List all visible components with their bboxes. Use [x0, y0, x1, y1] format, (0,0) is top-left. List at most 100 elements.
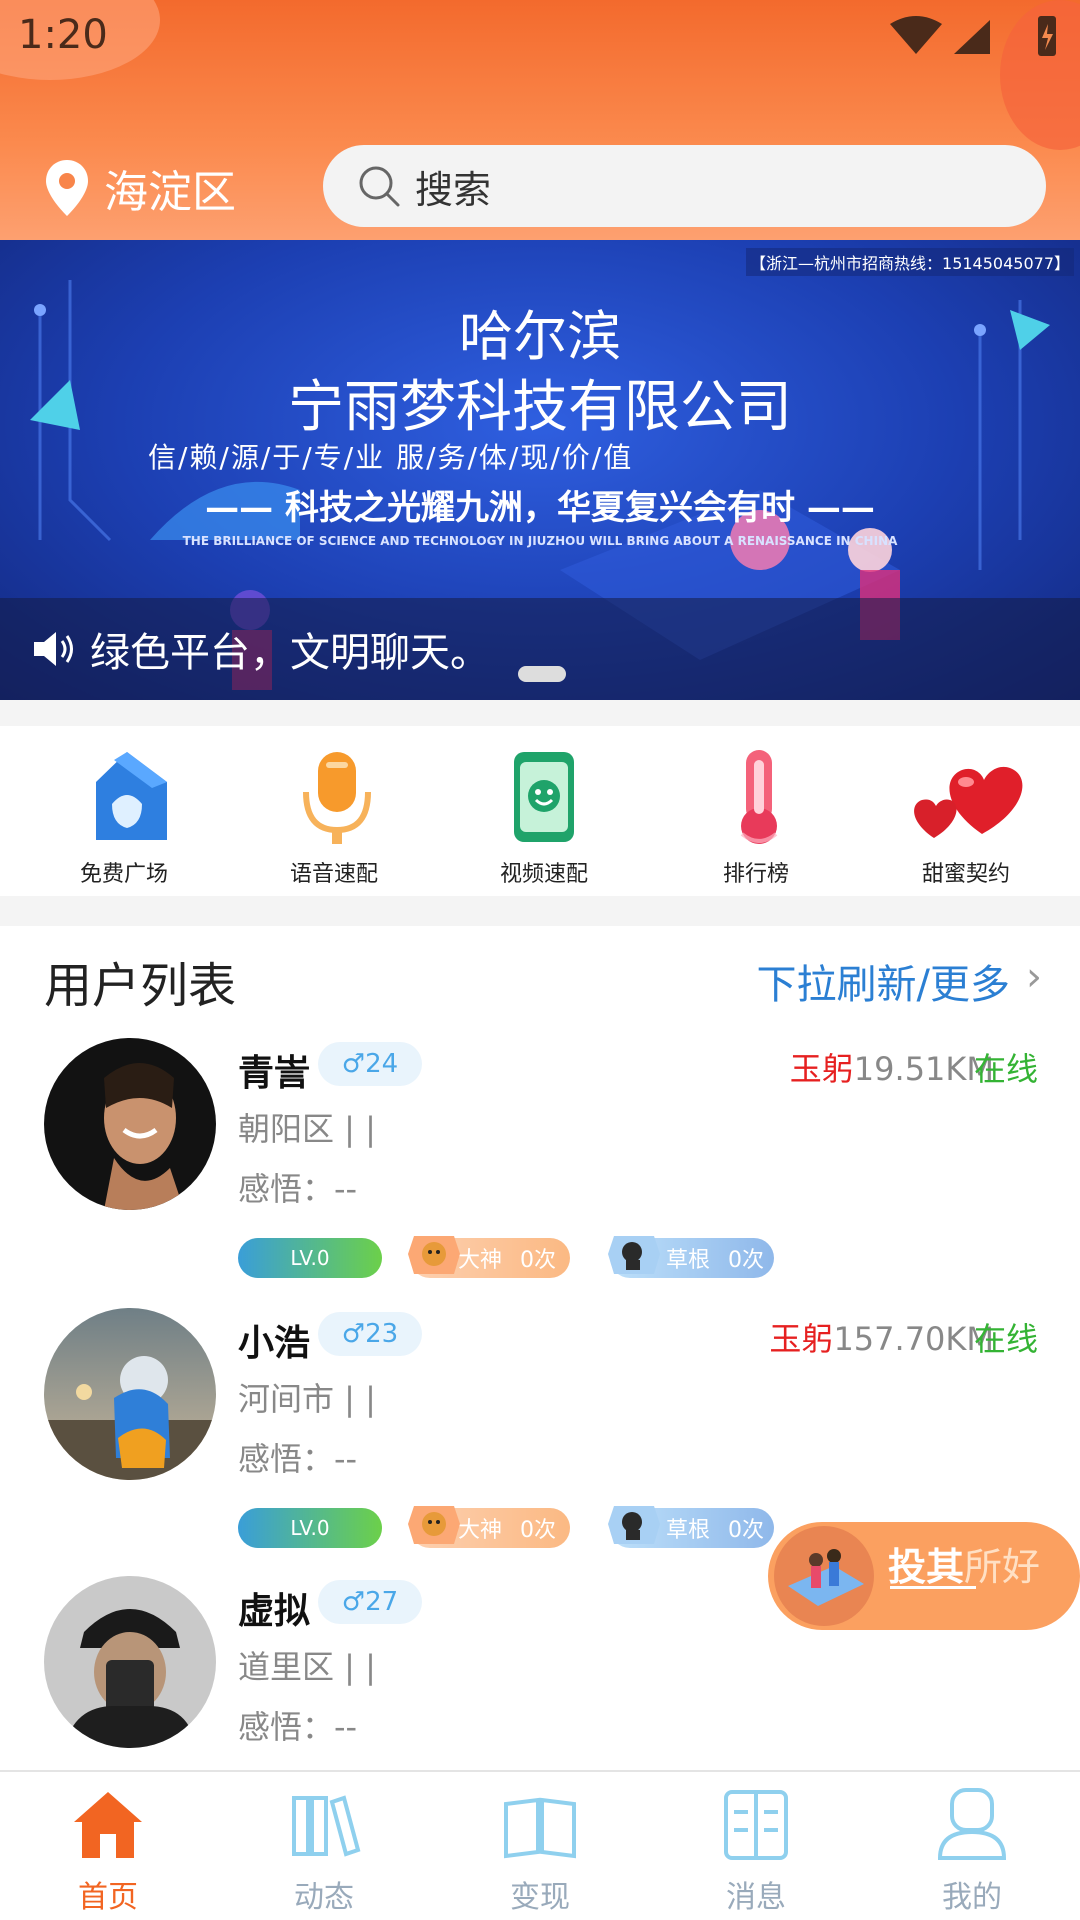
- grassroots-icon: [608, 1506, 660, 1544]
- tab-label: 动态: [294, 1880, 354, 1915]
- fab-illustration: [774, 1526, 874, 1626]
- search-icon: [359, 166, 400, 207]
- online-status: 在线: [973, 1320, 1038, 1358]
- promo-banner[interactable]: 【浙江—杭州市招商热线：15145045077】 哈尔滨 宁雨梦科技有限公司 信…: [0, 240, 1080, 700]
- grass-label: 草根: [666, 1518, 711, 1543]
- tab-moments[interactable]: 动态: [216, 1772, 432, 1920]
- god-label: 大神: [458, 1248, 503, 1273]
- tab-messages[interactable]: 消息: [648, 1772, 864, 1920]
- tiger-icon: [408, 1506, 460, 1544]
- refresh-more-link[interactable]: 下拉刷新/更多: [757, 952, 1010, 1010]
- tiger-icon: [408, 1236, 460, 1274]
- home-icon: [74, 1792, 142, 1858]
- tab-label: 变现: [510, 1880, 570, 1915]
- bottom-tab-bar: 首页 动态 变现 消息 我的: [0, 1770, 1080, 1920]
- quick-label: 免费广场: [79, 862, 168, 887]
- search-input[interactable]: 搜索: [323, 145, 1046, 227]
- tab-label: 消息: [726, 1880, 786, 1915]
- gender-age-badge: ♂24: [318, 1042, 422, 1086]
- quick-item-sweet-contract[interactable]: 甜蜜契约: [866, 726, 1066, 896]
- location-selector[interactable]: 海淀区: [46, 158, 236, 218]
- quick-label: 语音速配: [289, 862, 378, 887]
- quick-item-ranking[interactable]: 排行榜: [656, 726, 856, 896]
- user-list-title: 用户列表: [44, 958, 237, 1014]
- god-badge: 大神 0次: [408, 1236, 570, 1278]
- online-status: 在线: [973, 1050, 1038, 1088]
- user-distance: 玉躬157.70KM: [769, 1314, 994, 1360]
- status-time: 1:20: [18, 12, 108, 58]
- location-label: 海淀区: [104, 167, 236, 218]
- quick-menu: 免费广场 语音速配 视频速配 排行榜 甜蜜契约: [0, 726, 1080, 896]
- banner-english: THE BRILLIANCE OF SCIENCE AND TECHNOLOGY…: [182, 534, 898, 548]
- grass-label: 草根: [666, 1248, 711, 1273]
- grass-badge: 草根 0次: [608, 1506, 774, 1548]
- distance-prefix: 玉躬: [789, 1050, 854, 1088]
- gender-age-badge: ♂27: [318, 1580, 422, 1624]
- open-book-icon: [504, 1797, 576, 1859]
- tab-label: 首页: [78, 1880, 138, 1915]
- banner-city: 哈尔滨: [459, 305, 621, 368]
- books-icon: [292, 1795, 361, 1857]
- quick-item-video-match[interactable]: 视频速配: [444, 726, 644, 896]
- avatar[interactable]: [44, 1576, 216, 1748]
- avatar[interactable]: [44, 1038, 216, 1210]
- tab-monetize[interactable]: 变现: [432, 1772, 648, 1920]
- carousel-indicator[interactable]: [518, 666, 566, 682]
- user-motto: 感悟：--: [238, 1440, 358, 1478]
- user-name: 青訔: [238, 1053, 311, 1094]
- user-distance: 玉躬19.51KM: [790, 1044, 994, 1090]
- fab-label: 投其所好: [888, 1536, 1040, 1591]
- user-motto: 感悟：--: [238, 1170, 358, 1208]
- level-badge: LV.0: [238, 1238, 382, 1278]
- notice-bar: 绿色平台，文明聊天。: [0, 598, 1080, 700]
- user-city: 河间市 | |: [238, 1380, 376, 1418]
- grass-badge: 草根 0次: [608, 1236, 774, 1278]
- user-name: 小浩: [238, 1323, 311, 1364]
- tab-label: 我的: [942, 1880, 1002, 1915]
- god-count: 0次: [520, 1248, 557, 1273]
- banner-tagline: —— 科技之光耀九洲，华夏复兴会有时 ——: [205, 488, 875, 528]
- microphone-icon: [303, 752, 371, 844]
- quick-label: 甜蜜契约: [921, 862, 1010, 887]
- tab-home[interactable]: 首页: [0, 1772, 216, 1920]
- chevron-right-icon[interactable]: ›: [1026, 954, 1042, 1000]
- fab-label-bold: 投其: [888, 1545, 965, 1589]
- header: 1:20 海淀区 搜索: [0, 0, 1080, 240]
- couple-icon: [788, 1549, 864, 1606]
- notice-text: 绿色平台，文明聊天。: [90, 630, 490, 676]
- hearts-icon: [914, 766, 1023, 838]
- signal-icon: [954, 20, 990, 54]
- user-motto: 感悟：--: [238, 1708, 358, 1746]
- distance-value: 157.70KM: [833, 1320, 994, 1358]
- god-count: 0次: [520, 1518, 557, 1543]
- user-list: 用户列表 下拉刷新/更多 › 青訔 ♂24 玉躬19.51KM 在线 朝阳区 |…: [0, 926, 1080, 1770]
- message-book-icon: [724, 1790, 788, 1860]
- house-icon: [96, 752, 167, 840]
- grass-count: 0次: [728, 1248, 765, 1273]
- gender-age-badge: ♂23: [318, 1312, 422, 1356]
- banner-slogan: 信/赖/源/于/专/业 服/务/体/现/价/值: [148, 441, 634, 474]
- user-badges: LV.0 大神 0次 草根 0次: [238, 1236, 838, 1278]
- quick-item-voice-match[interactable]: 语音速配: [234, 726, 434, 896]
- tab-profile[interactable]: 我的: [864, 1772, 1080, 1920]
- user-city: 朝阳区 | |: [238, 1110, 376, 1148]
- distance-value: 19.51KM: [853, 1050, 994, 1088]
- search-placeholder: 搜索: [415, 167, 492, 212]
- thermometer-icon: [740, 750, 778, 844]
- grass-count: 0次: [728, 1518, 765, 1543]
- avatar[interactable]: [44, 1308, 216, 1480]
- level-badge: LV.0: [238, 1508, 382, 1548]
- user-row[interactable]: 青訔 ♂24 玉躬19.51KM 在线 朝阳区 | | 感悟：-- LV.0 大…: [0, 1038, 1080, 1306]
- speaker-icon: [34, 632, 73, 666]
- match-preference-button[interactable]: 投其所好: [768, 1522, 1080, 1630]
- status-icons: [890, 16, 1056, 56]
- quick-label: 排行榜: [722, 862, 789, 887]
- app-root: 1:20 海淀区 搜索 【浙江—杭州市招商热线：15145045077】 哈尔滨…: [0, 0, 1080, 1920]
- god-label: 大神: [458, 1518, 503, 1543]
- distance-prefix: 玉躬: [769, 1320, 834, 1358]
- banner-company: 宁雨梦科技有限公司: [288, 375, 792, 440]
- quick-label: 视频速配: [499, 862, 588, 887]
- quick-item-free-square[interactable]: 免费广场: [24, 726, 224, 896]
- user-badges: LV.0 大神 0次 草根 0次: [238, 1506, 838, 1548]
- location-pin-icon: [46, 160, 88, 216]
